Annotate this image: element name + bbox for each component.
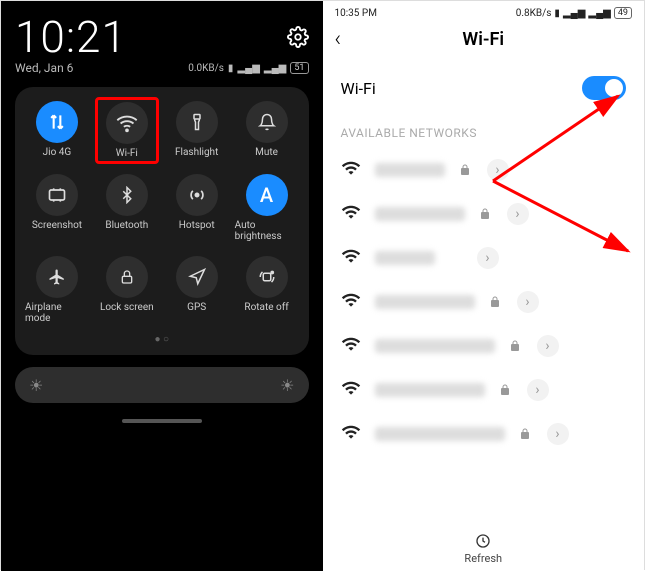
nav-icon: [176, 256, 218, 298]
battery-icon: 51: [290, 62, 308, 74]
signal-icon: ▂▄▆: [588, 8, 610, 19]
wifi-network-item[interactable]: ›: [323, 412, 645, 456]
page-title: Wi-Fi: [335, 29, 633, 50]
qs-tile-bluetooth[interactable]: Bluetooth: [95, 170, 159, 246]
brightness-slider[interactable]: ☀ ☀: [15, 367, 309, 403]
status-time: 10:35 PM: [335, 8, 377, 19]
status-bar-left: 0.0KB/s ▮ ▂▄▆ ▂▄▆ 51: [188, 62, 308, 74]
page-indicator: ● ○: [25, 334, 299, 345]
sim-icon: ▮: [228, 63, 234, 74]
wifi-signal-icon: [341, 334, 361, 358]
wifi-icon: [106, 102, 148, 144]
wifi-signal-icon: [341, 422, 361, 446]
network-name: [375, 207, 465, 221]
bt-icon: [106, 174, 148, 216]
network-details-button[interactable]: ›: [507, 203, 529, 225]
network-details-button[interactable]: ›: [527, 379, 549, 401]
signal-icon: ▂▄▆: [264, 63, 286, 74]
network-name: [375, 295, 475, 309]
battery-icon: 49: [614, 7, 632, 19]
qs-tile-flashlight[interactable]: Flashlight: [165, 97, 229, 164]
wifi-network-item[interactable]: ›: [323, 236, 645, 280]
tile-label: Bluetooth: [105, 220, 148, 231]
hotspot-icon: [176, 174, 218, 216]
network-details-button[interactable]: ›: [537, 335, 559, 357]
lock-icon: [519, 425, 533, 444]
wifi-signal-icon: [341, 202, 361, 226]
network-name: [375, 427, 505, 441]
wifi-network-item[interactable]: ›: [323, 280, 645, 324]
network-details-button[interactable]: ›: [517, 291, 539, 313]
signal-icon: ▂▄▆: [563, 8, 585, 19]
wifi-signal-icon: [341, 290, 361, 314]
status-bar-right: 10:35 PM 0.8KB/s ▮ ▂▄▆ ▂▄▆ 49: [323, 1, 645, 21]
network-details-button[interactable]: ›: [477, 247, 499, 269]
wifi-toggle-label: Wi-Fi: [341, 79, 376, 98]
wifi-network-item[interactable]: ›: [323, 192, 645, 236]
brightness-low-icon: ☀: [29, 376, 43, 395]
wifi-signal-icon: [341, 246, 361, 270]
wifi-settings-screen: 10:35 PM 0.8KB/s ▮ ▂▄▆ ▂▄▆ 49 ‹ Wi-Fi Wi…: [323, 1, 645, 571]
wifi-signal-icon: [341, 378, 361, 402]
lock-icon: [479, 205, 493, 224]
tile-label: Jio 4G: [43, 147, 72, 158]
qs-tile-auto-brightness[interactable]: A Auto brightness: [235, 170, 299, 246]
wifi-signal-icon: [341, 158, 361, 182]
date-label: Wed, Jan 6: [15, 61, 73, 75]
qs-tile-lock-screen[interactable]: Lock screen: [95, 252, 159, 328]
network-name: [375, 163, 445, 177]
clock-time: 10:21: [15, 11, 127, 63]
lock-icon: [489, 293, 503, 312]
lock-icon: [499, 381, 513, 400]
qs-tile-wi-fi[interactable]: Wi-Fi: [95, 97, 159, 164]
quick-settings-screen: 10:21 Wed, Jan 6 0.0KB/s ▮ ▂▄▆ ▂▄▆ 51 Ji…: [1, 1, 323, 571]
wifi-network-item[interactable]: ›: [323, 368, 645, 412]
tile-label: Rotate off: [244, 302, 288, 313]
lock-icon: [509, 337, 523, 356]
network-name: [375, 383, 485, 397]
brightness-high-icon: ☀: [280, 376, 294, 395]
scissors-icon: [36, 174, 78, 216]
tile-label: GPS: [187, 302, 206, 313]
tile-label: Hotspot: [179, 220, 215, 231]
tile-label: Wi-Fi: [116, 148, 138, 159]
wifi-toggle[interactable]: [582, 76, 626, 100]
qs-tile-hotspot[interactable]: Hotspot: [165, 170, 229, 246]
tile-label: Airplane mode: [25, 302, 89, 324]
tile-label: Screenshot: [32, 220, 82, 231]
quick-settings-panel: Jio 4G Wi-Fi Flashlight Mute Screenshot Bluet…: [15, 87, 309, 355]
qs-tile-mute[interactable]: Mute: [235, 97, 299, 164]
refresh-button[interactable]: Refresh: [323, 533, 645, 565]
network-details-button[interactable]: ›: [547, 423, 569, 445]
settings-gear-icon[interactable]: [287, 26, 309, 48]
plane-icon: [36, 256, 78, 298]
tile-label: Auto brightness: [235, 220, 299, 242]
qs-tile-gps[interactable]: GPS: [165, 252, 229, 328]
sim-icon: ▮: [554, 8, 560, 19]
updown-icon: [36, 101, 78, 143]
A-icon: A: [246, 174, 288, 216]
qs-tile-rotate-off[interactable]: Rotate off: [235, 252, 299, 328]
home-indicator[interactable]: [122, 419, 202, 423]
network-name: [375, 339, 495, 353]
rotate-icon: [246, 256, 288, 298]
tile-label: Flashlight: [175, 147, 218, 158]
available-networks-label: AVAILABLE NETWORKS: [323, 118, 645, 148]
qs-tile-airplane-mode[interactable]: Airplane mode: [25, 252, 89, 328]
network-details-button[interactable]: ›: [487, 159, 509, 181]
lock-icon: [106, 256, 148, 298]
bell-icon: [246, 101, 288, 143]
wifi-network-item[interactable]: ›: [323, 324, 645, 368]
qs-tile-jio-4g[interactable]: Jio 4G: [25, 97, 89, 164]
tile-label: Lock screen: [100, 302, 154, 313]
clock-icon: [475, 533, 491, 549]
qs-tile-screenshot[interactable]: Screenshot: [25, 170, 89, 246]
tile-label: Mute: [255, 147, 278, 158]
wifi-network-item[interactable]: ›: [323, 148, 645, 192]
network-name: [375, 251, 435, 265]
signal-icon: ▂▄▆: [237, 63, 259, 74]
torch-icon: [176, 101, 218, 143]
lock-icon: [459, 161, 473, 180]
